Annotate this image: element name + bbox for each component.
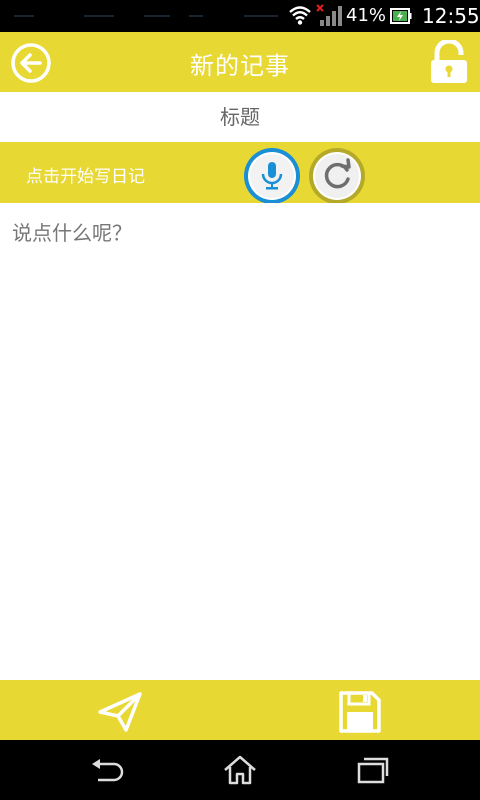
recent-apps-icon xyxy=(357,757,389,784)
lock-button[interactable] xyxy=(428,38,470,84)
nav-back-button[interactable] xyxy=(88,756,126,784)
send-button[interactable] xyxy=(96,690,144,734)
floppy-disk-icon xyxy=(339,691,381,733)
battery-percent: 41% xyxy=(346,5,387,26)
page-title: 新的记事 xyxy=(190,52,290,80)
notification-area xyxy=(14,9,284,23)
microphone-icon xyxy=(244,148,300,204)
back-icon xyxy=(92,759,124,782)
clock: 12:55 xyxy=(422,4,480,28)
wifi-icon xyxy=(289,6,311,25)
nav-recent-apps-button[interactable] xyxy=(356,756,390,784)
nav-home-button[interactable] xyxy=(222,754,258,786)
refresh-icon xyxy=(309,148,365,204)
voice-hint-label: 点击开始写日记 xyxy=(26,167,145,187)
microphone-button[interactable] xyxy=(242,146,302,206)
save-button[interactable] xyxy=(338,690,382,734)
lock-icon xyxy=(431,38,467,83)
title-input[interactable] xyxy=(0,92,480,142)
bottom-toolbar xyxy=(0,680,480,740)
battery-charging-icon xyxy=(390,8,412,24)
home-icon xyxy=(224,755,256,785)
status-bar: 41% 12:55 xyxy=(0,0,480,32)
system-nav-bar xyxy=(0,740,480,800)
refresh-button[interactable] xyxy=(306,146,368,206)
paper-plane-icon xyxy=(98,692,142,732)
signal-icon xyxy=(316,4,342,26)
app-header: 新的记事 xyxy=(0,32,480,92)
diary-content-input[interactable] xyxy=(0,203,480,680)
voice-bar: 点击开始写日记 xyxy=(0,142,480,206)
